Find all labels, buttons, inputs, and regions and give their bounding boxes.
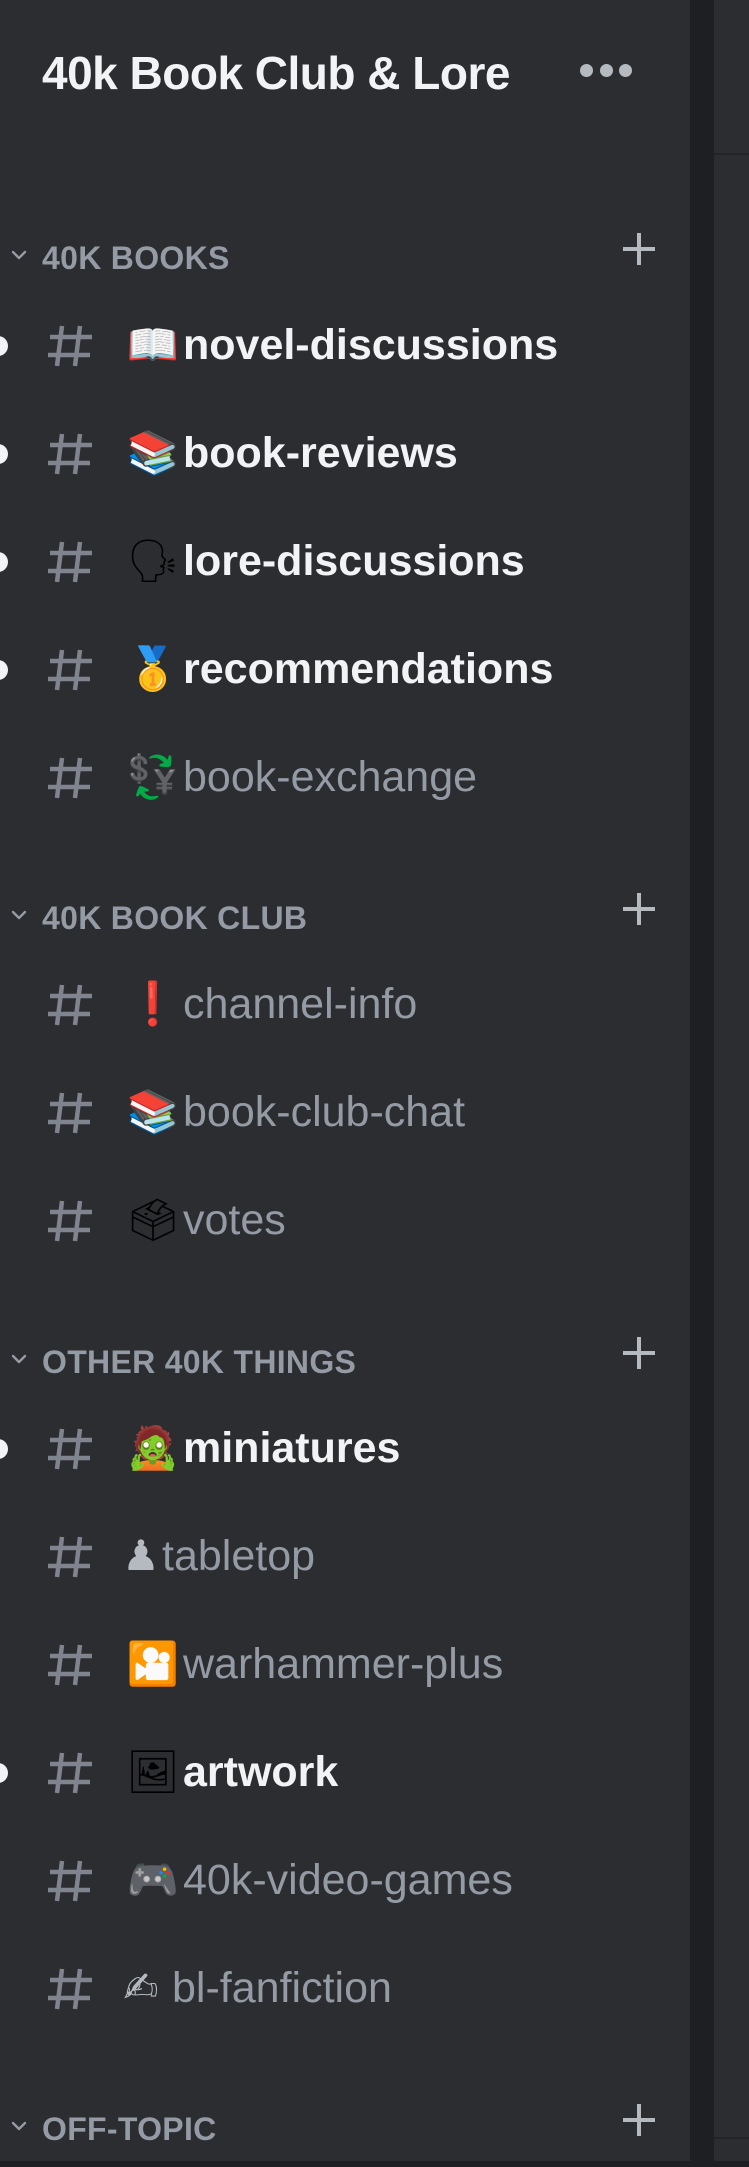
text-channel-hash-icon [48,649,92,691]
more-dots-icon [580,63,593,77]
channel-name: artwork [183,1748,339,1796]
channel-item-book-reviews[interactable]: 📚 book-reviews [0,412,690,496]
channel-sidebar: 40k Book Club & Lore 40K BOOKS 📖 novel-d… [0,0,690,2161]
server-menu-button[interactable] [580,52,632,88]
channel-emoji-books-icon: 📚 [126,1087,180,1136]
adjacent-panel-divider [714,2137,749,2139]
channel-emoji-speaking-head-icon: 🗣 [126,536,180,585]
channel-item-warhammer-plus[interactable]: 🎦 warhammer-plus [0,1623,690,1707]
channel-item-votes[interactable]: 🗳 votes [0,1179,690,1263]
channel-item-novel-discussions[interactable]: 📖 novel-discussions [0,304,690,388]
category-40k-books[interactable]: 40K BOOKS [0,230,690,290]
channel-name: bl-fanfiction [172,1964,392,2012]
channel-item-recommendations[interactable]: 🥇 recommendations [0,628,690,712]
text-channel-hash-icon [48,984,92,1026]
channel-emoji-framed-picture-icon: 🖼 [126,1747,180,1796]
channel-item-miniatures[interactable]: 🧟 miniatures [0,1407,690,1491]
channel-name: channel-info [183,980,418,1028]
text-channel-hash-icon [48,757,92,799]
channel-item-40k-video-games[interactable]: 🎮 40k-video-games [0,1839,690,1923]
channel-item-bl-fanfiction[interactable]: ✍ bl-fanfiction [0,1947,690,2031]
server-header[interactable]: 40k Book Club & Lore [0,0,690,155]
channel-name: book-club-chat [183,1088,466,1136]
chevron-down-icon [11,910,27,920]
unread-indicator [0,1439,8,1459]
panel-gutter [690,0,714,2167]
category-40k-book-club[interactable]: 40K BOOK CLUB [0,890,690,950]
channel-name: votes [183,1196,286,1244]
text-channel-hash-icon [48,1752,92,1794]
unread-indicator [0,660,8,680]
channel-item-channel-info[interactable]: ❗ channel-info [0,963,690,1047]
unread-indicator [0,444,8,464]
unread-indicator [0,552,8,572]
create-channel-plus-icon[interactable] [620,890,658,928]
channel-item-tabletop[interactable]: ♟ tabletop [0,1515,690,1599]
create-channel-plus-icon[interactable] [620,1334,658,1372]
text-channel-hash-icon [48,433,92,475]
channel-emoji-exclamation-icon: ❗ [126,979,180,1028]
channel-name: novel-discussions [183,321,559,369]
adjacent-panel-header [714,0,749,155]
channel-item-lore-discussions[interactable]: 🗣 lore-discussions [0,520,690,604]
channel-emoji-cinema-icon: 🎦 [126,1639,180,1688]
channel-name: 40k-video-games [183,1856,513,1904]
category-label: OFF-TOPIC [42,2111,217,2147]
channel-name: book-exchange [183,753,478,801]
channel-emoji-ballot-box-icon: 🗳 [126,1195,180,1244]
text-channel-hash-icon [48,1428,92,1470]
channel-item-artwork[interactable]: 🖼 artwork [0,1731,690,1815]
channel-name: warhammer-plus [183,1640,504,1688]
channel-emoji-currency-exchange-icon: 💱 [126,752,180,801]
category-other-40k-things[interactable]: OTHER 40K THINGS [0,1334,690,1394]
unread-indicator [0,336,8,356]
category-label: 40K BOOK CLUB [42,900,308,936]
category-label: 40K BOOKS [42,240,230,276]
channel-name: miniatures [183,1424,401,1472]
channel-name: book-reviews [183,429,458,477]
text-channel-hash-icon [48,1092,92,1134]
bottom-edge [0,2161,749,2167]
channel-name: lore-discussions [183,537,525,585]
chevron-down-icon [11,250,27,260]
chevron-down-icon [11,1354,27,1364]
chevron-down-icon [11,2121,27,2131]
channel-name: recommendations [183,645,554,693]
channel-emoji-books-icon: 📚 [126,428,180,477]
text-channel-hash-icon [48,1200,92,1242]
create-channel-plus-icon[interactable] [620,230,658,268]
text-channel-hash-icon [48,541,92,583]
category-off-topic[interactable]: OFF-TOPIC [0,2101,690,2161]
text-channel-hash-icon [48,1968,92,2010]
unread-indicator [0,1763,8,1783]
channel-item-book-exchange[interactable]: 💱 book-exchange [0,736,690,820]
channel-emoji-medal-icon: 🥇 [126,644,180,693]
more-dots-icon-dot [599,63,613,77]
text-channel-hash-icon [48,1860,92,1902]
category-label: OTHER 40K THINGS [42,1344,357,1380]
channel-item-book-club-chat[interactable]: 📚 book-club-chat [0,1071,690,1155]
more-dots-icon-dot [619,63,632,77]
adjacent-panel-edge [714,0,749,2161]
text-channel-hash-icon [48,325,92,367]
channel-emoji-game-controller-icon: 🎮 [126,1855,180,1904]
text-channel-hash-icon [48,1536,92,1578]
create-channel-plus-icon[interactable] [620,2101,658,2139]
channel-emoji-chess-pawn-icon: ♟ [122,1531,160,1580]
server-name[interactable]: 40k Book Club & Lore [42,46,510,100]
channel-emoji-zombie-icon: 🧟 [126,1423,180,1472]
channel-emoji-open-book-icon: 📖 [126,320,180,369]
text-channel-hash-icon [48,1644,92,1686]
channel-emoji-writing-hand-icon: ✍ [123,1963,159,2012]
channel-name: tabletop [162,1532,316,1580]
